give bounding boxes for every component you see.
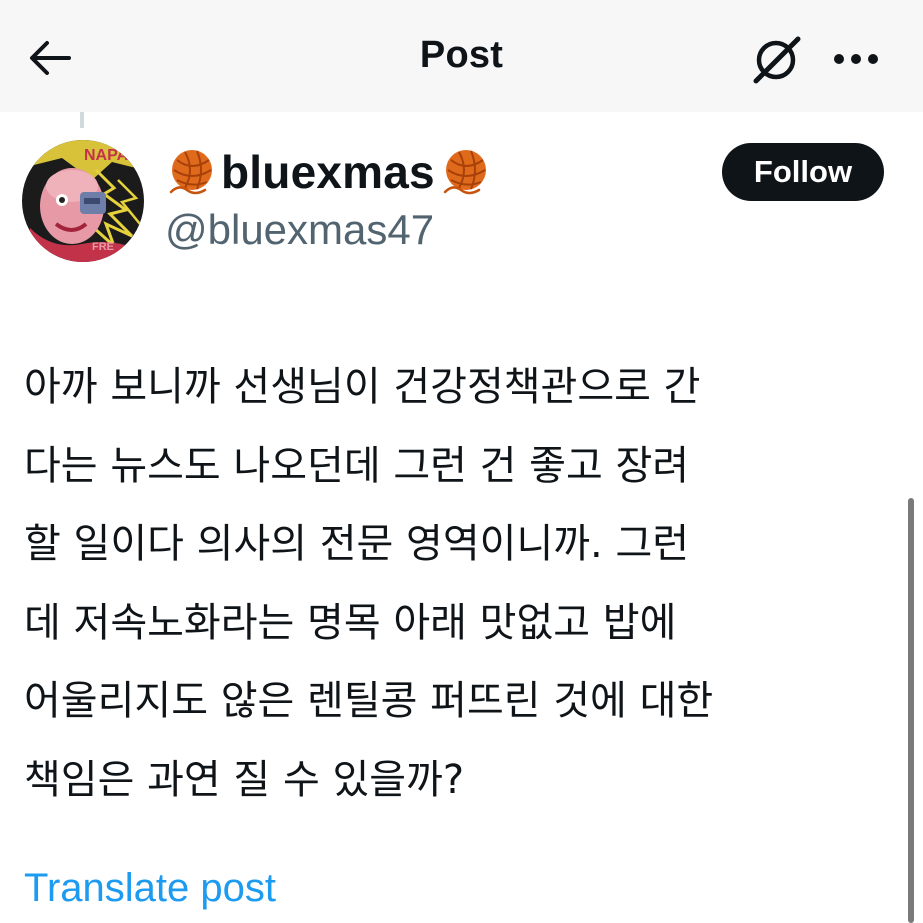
author-name-row[interactable]: bluexmas	[165, 142, 491, 202]
post-body: 아까 보니까 선생님이 건강정책관으로 간 다는 뉴스도 나오던데 그런 건 좋…	[24, 348, 904, 819]
svg-text:FRE: FRE	[92, 241, 114, 253]
yarn-ball-emoji-icon	[443, 150, 486, 195]
more-horizontal-icon	[834, 54, 878, 64]
svg-text:NAPA: NAPA	[84, 147, 129, 164]
scrollbar[interactable]	[908, 498, 914, 923]
post-text-line: 어울리지도 않은 렌틸콩 퍼뜨린 것에 대한	[24, 678, 714, 724]
top-bar: Post	[0, 0, 923, 112]
grok-icon	[753, 36, 801, 84]
post-text-line: 아까 보니까 선생님이 건강정책관으로 간	[24, 364, 701, 410]
post-page: Post NAPA FRE bluexmas @bluexmas47 Follo…	[0, 0, 923, 923]
follow-button[interactable]: Follow	[722, 143, 884, 201]
author-handle[interactable]: @bluexmas47	[165, 206, 434, 254]
display-name: bluexmas	[221, 146, 435, 198]
album-art-avatar: NAPA FRE	[22, 140, 144, 262]
grok-button[interactable]	[748, 30, 806, 88]
avatar[interactable]: NAPA FRE	[22, 140, 144, 262]
post-text-line: 데 저속노화라는 명목 아래 맛없고 밥에	[24, 599, 677, 646]
post-text-line: 할 일이다 의사의 전문 영역이니까. 그런	[24, 521, 690, 567]
more-options-button[interactable]	[828, 34, 884, 84]
post-text-line: 책임은 과연 질 수 있을까?	[24, 756, 465, 803]
translate-post-link[interactable]: Translate post	[24, 866, 276, 911]
post-text-line: 다는 뉴스도 나오던데 그런 건 좋고 장려	[24, 442, 690, 489]
yarn-ball-emoji-icon	[169, 150, 212, 195]
thread-connector	[80, 112, 84, 128]
